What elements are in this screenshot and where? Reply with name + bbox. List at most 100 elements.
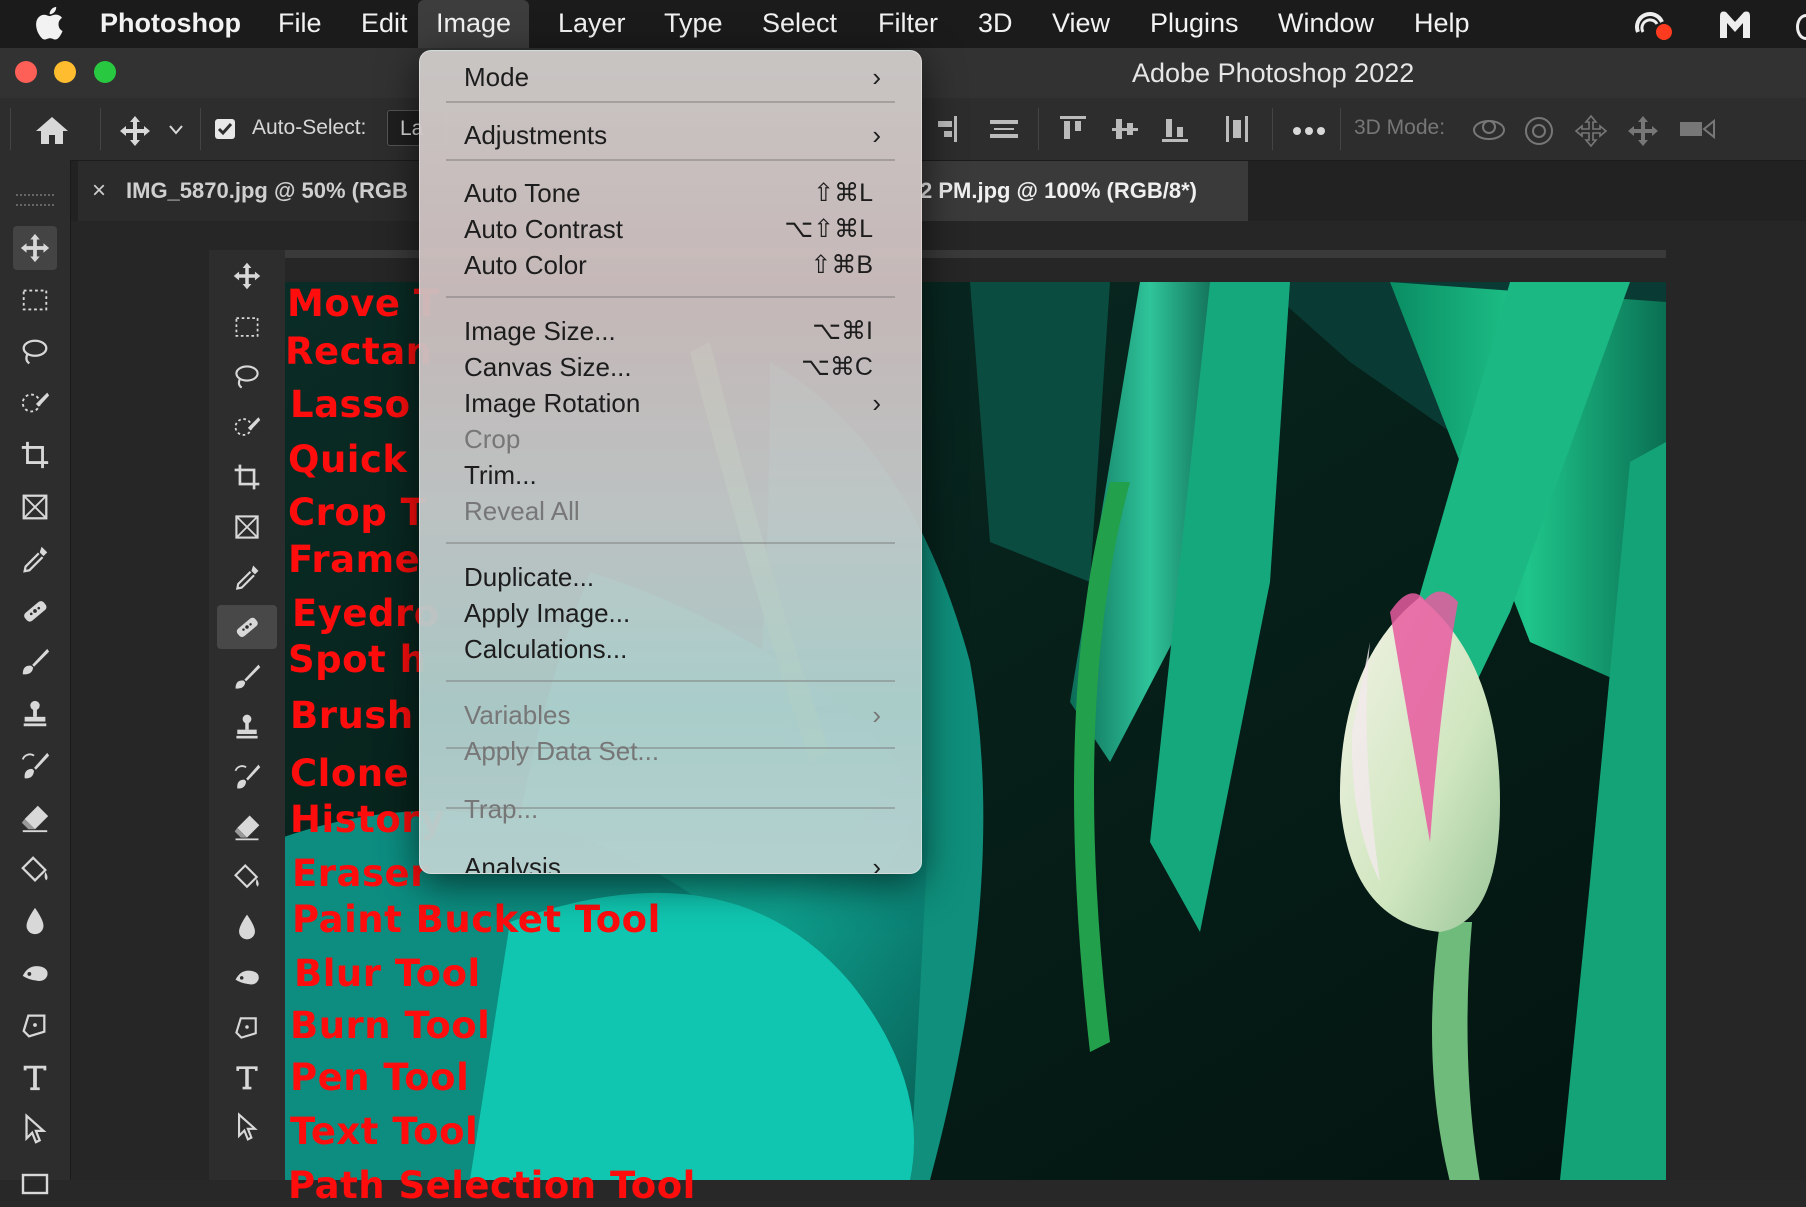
menu-layer[interactable]: Layer [558, 0, 626, 48]
tool-button-path-selection[interactable] [13, 1107, 57, 1151]
tools-panel [0, 160, 71, 1195]
auto-select-checkbox[interactable] [215, 119, 235, 139]
tool-button-frame[interactable] [13, 485, 57, 529]
menu-filter[interactable]: Filter [878, 0, 938, 48]
menu-window[interactable]: Window [1278, 0, 1374, 48]
tool-annotation-label: Rectan [285, 330, 433, 373]
menu-item-label: Apply Data Set... [464, 736, 660, 766]
window-title: Adobe Photoshop 2022 [1132, 58, 1415, 88]
menu-item-calculations[interactable]: Calculations... [464, 633, 881, 665]
chevron-down-icon[interactable] [168, 124, 184, 136]
menu-image[interactable]: Image [418, 0, 530, 48]
menu-item-image-rotation[interactable]: Image Rotation › [464, 387, 881, 419]
tool-button-pen[interactable] [13, 1003, 57, 1047]
tool-annotation-label: Move T [287, 282, 440, 325]
tool-button-blur[interactable] [13, 899, 57, 943]
menu-3d[interactable]: 3D [978, 0, 1013, 48]
tool-annotation-label: Burn Tool [290, 1004, 491, 1047]
chevron-right-icon: › [872, 388, 881, 418]
menu-item-image-size[interactable]: Image Size... ⌥⌘I [464, 315, 881, 347]
3d-slide-icon[interactable] [1626, 114, 1660, 148]
menu-item-analysis[interactable]: Analysis › [464, 851, 881, 874]
menu-separator [446, 542, 895, 544]
menu-item-label: Apply Image... [464, 598, 631, 628]
menu-item-label: Auto Tone [464, 178, 581, 208]
menubar-app-name[interactable]: Photoshop [100, 0, 241, 48]
3d-orbit-icon[interactable] [1470, 114, 1508, 146]
menu-item-variables: Variables › [464, 699, 881, 731]
menu-view[interactable]: View [1052, 0, 1110, 48]
tool-button-burn[interactable] [13, 951, 57, 995]
tool-button-spot-healing[interactable] [13, 589, 57, 633]
tool-button-quick-selection[interactable] [13, 381, 57, 425]
tool-button-crop[interactable] [13, 433, 57, 477]
tool-button-move[interactable] [13, 226, 57, 270]
tab-close-icon[interactable]: × [92, 161, 106, 221]
menu-separator [446, 159, 895, 161]
align-right-edges-icon[interactable] [930, 114, 960, 144]
menu-file[interactable]: File [278, 0, 322, 48]
tool-button-eyedropper[interactable] [13, 537, 57, 581]
menu-item-apply-image[interactable]: Apply Image... [464, 597, 881, 629]
minimize-window-button[interactable] [54, 61, 76, 83]
tab-img-5870[interactable]: × IMG_5870.jpg @ 50% (RGB [78, 161, 420, 221]
close-window-button[interactable] [15, 61, 37, 83]
divider [10, 108, 11, 150]
apple-icon[interactable] [34, 6, 64, 40]
brush-icon [22, 649, 50, 675]
menu-item-auto-color[interactable]: Auto Color ⇧⌘B [464, 249, 881, 281]
eyedropper-icon [23, 546, 48, 573]
panel-grip[interactable] [16, 194, 54, 206]
align-top-edges-icon[interactable] [1058, 114, 1088, 144]
control-center-icon[interactable] [1796, 14, 1806, 40]
3d-scale-camera-icon[interactable] [1678, 114, 1718, 144]
tab-active-document[interactable]: 2 PM.jpg @ 100% (RGB/8*) [920, 161, 1248, 221]
tool-button-eraser[interactable] [13, 796, 57, 840]
menu-item-adjustments[interactable]: Adjustments › [464, 119, 881, 151]
align-vertical-centers-icon[interactable] [1110, 114, 1140, 144]
checkmark-icon [217, 123, 233, 136]
tool-button-rectangle[interactable] [13, 1158, 57, 1202]
tool-annotation-label: Lasso [290, 383, 411, 426]
align-horizontal-centers-icon[interactable] [988, 114, 1020, 144]
rectangular-marquee-icon [22, 289, 48, 311]
tool-button-rectangular-marquee[interactable] [13, 278, 57, 322]
menu-item-mode[interactable]: Mode › [464, 61, 881, 93]
menu-item-reveal-all: Reveal All [464, 495, 881, 527]
tool-annotation-label: Frame [288, 538, 421, 581]
menu-edit[interactable]: Edit [361, 0, 408, 48]
more-options-icon[interactable] [1292, 126, 1326, 136]
menu-item-trim[interactable]: Trim... [464, 459, 881, 491]
zoom-window-button[interactable] [94, 61, 116, 83]
menu-help[interactable]: Help [1414, 0, 1470, 48]
distribute-icon[interactable] [1222, 114, 1252, 144]
3d-pan-icon[interactable] [1574, 114, 1608, 148]
menu-plugins[interactable]: Plugins [1150, 0, 1239, 48]
menu-select[interactable]: Select [762, 0, 837, 48]
menu-type[interactable]: Type [664, 0, 723, 48]
move-tool-preset-icon[interactable] [118, 114, 152, 148]
menu-item-duplicate[interactable]: Duplicate... [464, 561, 881, 593]
tool-button-clone-stamp[interactable] [13, 692, 57, 736]
tool-button-brush[interactable] [13, 640, 57, 684]
menu-separator [446, 101, 895, 103]
pasted-tool-burn [225, 955, 269, 999]
3d-roll-icon[interactable] [1522, 114, 1556, 148]
align-bottom-edges-icon[interactable] [1160, 114, 1190, 144]
menu-item-label: Mode [464, 62, 530, 92]
malwarebytes-icon[interactable] [1716, 8, 1754, 40]
clone-stamp-icon [236, 714, 258, 739]
tool-button-history-brush[interactable] [13, 744, 57, 788]
menu-item-canvas-size[interactable]: Canvas Size... ⌥⌘C [464, 351, 881, 383]
tool-annotation-label: Path Selection Tool [288, 1164, 696, 1207]
tool-button-lasso[interactable] [13, 330, 57, 374]
tool-button-paint-bucket[interactable] [13, 848, 57, 892]
home-icon[interactable] [34, 114, 70, 146]
creative-cloud-icon[interactable] [1632, 8, 1674, 42]
menu-item-auto-contrast[interactable]: Auto Contrast ⌥⇧⌘L [464, 213, 881, 245]
divider [1272, 108, 1273, 150]
menu-item-auto-tone[interactable]: Auto Tone ⇧⌘L [464, 177, 881, 209]
menu-item-label: Trap... [464, 794, 539, 824]
chevron-right-icon: › [872, 852, 881, 874]
tool-button-type[interactable] [13, 1055, 57, 1099]
